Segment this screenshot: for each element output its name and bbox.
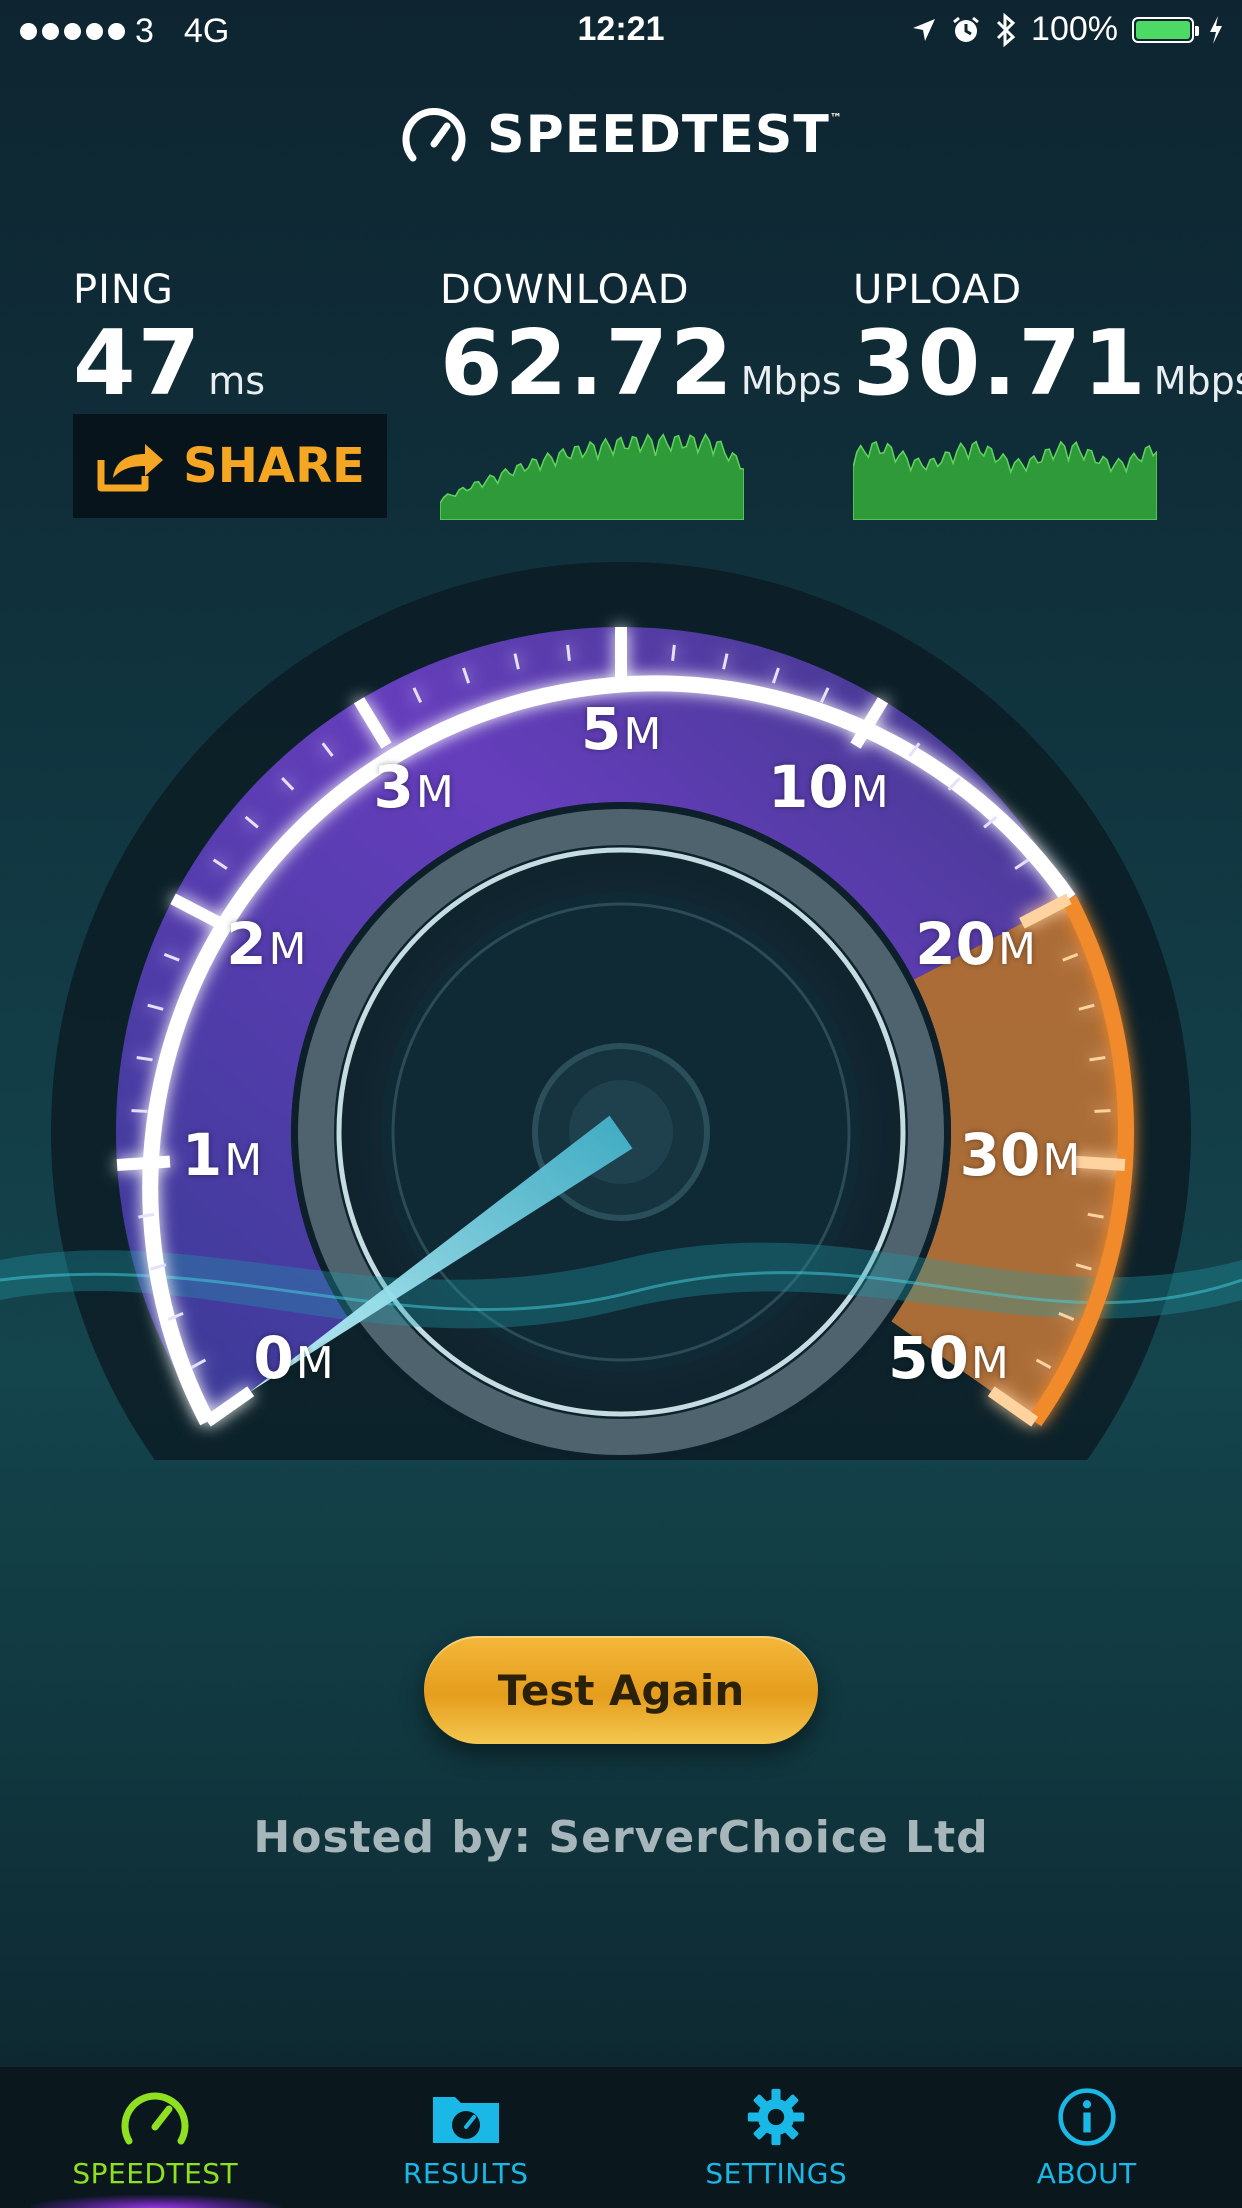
alarm-icon <box>953 16 979 42</box>
speed-gauge: 0M 1M 2M 3M 5M 10M 20M 30M 50M <box>0 560 1242 1460</box>
download-unit: Mbps <box>740 359 842 403</box>
upload-unit: Mbps <box>1153 359 1242 403</box>
throughput-area <box>440 432 744 520</box>
status-bar: 3 4G 12:21 100% <box>0 0 1242 62</box>
tab-settings-label: SETTINGS <box>705 2157 848 2190</box>
download-label: DOWNLOAD <box>440 267 690 313</box>
gauge-tick-label: 20M <box>915 910 1036 979</box>
battery-percent: 100% <box>1031 10 1118 48</box>
gauge-tick-label: 3M <box>373 753 454 822</box>
upload-value: 30.71 <box>853 311 1148 416</box>
test-again-button[interactable]: Test Again <box>424 1636 818 1744</box>
upload-graph <box>853 440 1157 520</box>
test-again-label: Test Again <box>497 1665 745 1715</box>
share-arrow-icon <box>97 444 164 492</box>
tab-results-label: RESULTS <box>402 2157 529 2190</box>
gauge-minor-tick <box>671 644 676 661</box>
gauge-minor-tick <box>566 644 571 661</box>
ping-label: PING <box>73 267 174 313</box>
share-label: SHARE <box>183 438 365 494</box>
ping-metric: PING 47 ms <box>73 268 265 412</box>
tab-bar: SPEEDTEST RESULTS SETTINGS ABOUT <box>0 2066 1242 2208</box>
share-button[interactable]: SHARE <box>73 414 387 518</box>
speedometer-logo-icon <box>402 107 466 162</box>
info-icon <box>1058 2088 1116 2146</box>
download-graph <box>440 432 744 520</box>
location-arrow-icon <box>913 18 936 41</box>
throughput-area <box>853 440 1157 520</box>
tab-about-label: ABOUT <box>1036 2157 1137 2190</box>
battery-fill <box>1136 20 1190 39</box>
upload-label: UPLOAD <box>853 267 1023 313</box>
tab-speedtest-label: SPEEDTEST <box>72 2157 239 2190</box>
bluetooth-icon <box>996 12 1016 47</box>
gauge-minor-tick <box>131 1109 148 1113</box>
gauge-tick-label: 30M <box>959 1121 1081 1190</box>
download-metric: DOWNLOAD 62.72 Mbps <box>440 268 842 412</box>
gauge-major-tick <box>116 1155 171 1172</box>
download-value: 62.72 <box>440 311 735 416</box>
upload-metric: UPLOAD 30.71 Mbps <box>853 268 1242 412</box>
gauge-tick-label: 0M <box>253 1324 334 1393</box>
ping-value: 47 <box>73 311 203 416</box>
speedometer-icon <box>121 2092 189 2145</box>
gauge-tick-label: 10M <box>768 753 889 822</box>
gauge-minor-tick <box>1094 1109 1111 1113</box>
tab-about[interactable]: ABOUT <box>932 2067 1242 2208</box>
tab-settings[interactable]: SETTINGS <box>621 2067 932 2208</box>
tab-speedtest[interactable]: SPEEDTEST <box>0 2067 311 2208</box>
app-logo: SPEEDTEST™ <box>0 104 1242 166</box>
charging-bolt-icon <box>1210 15 1222 44</box>
ping-unit: ms <box>208 359 266 403</box>
gear-icon <box>748 2088 805 2146</box>
gauge-tick-label: 2M <box>226 910 307 979</box>
gauge-tick-label: 1M <box>181 1121 263 1190</box>
tab-results[interactable]: RESULTS <box>311 2067 622 2208</box>
gauge-tick-label: 50M <box>888 1324 1009 1393</box>
status-right: 100% <box>911 10 1224 49</box>
gauge-tick-label: 5M <box>581 695 662 763</box>
results-folder-icon <box>432 2097 499 2143</box>
hosted-by-text: Hosted by: ServerChoice Ltd <box>253 1812 989 1863</box>
logo-text: SPEEDTEST™ <box>487 105 843 165</box>
battery-icon <box>1132 16 1199 43</box>
